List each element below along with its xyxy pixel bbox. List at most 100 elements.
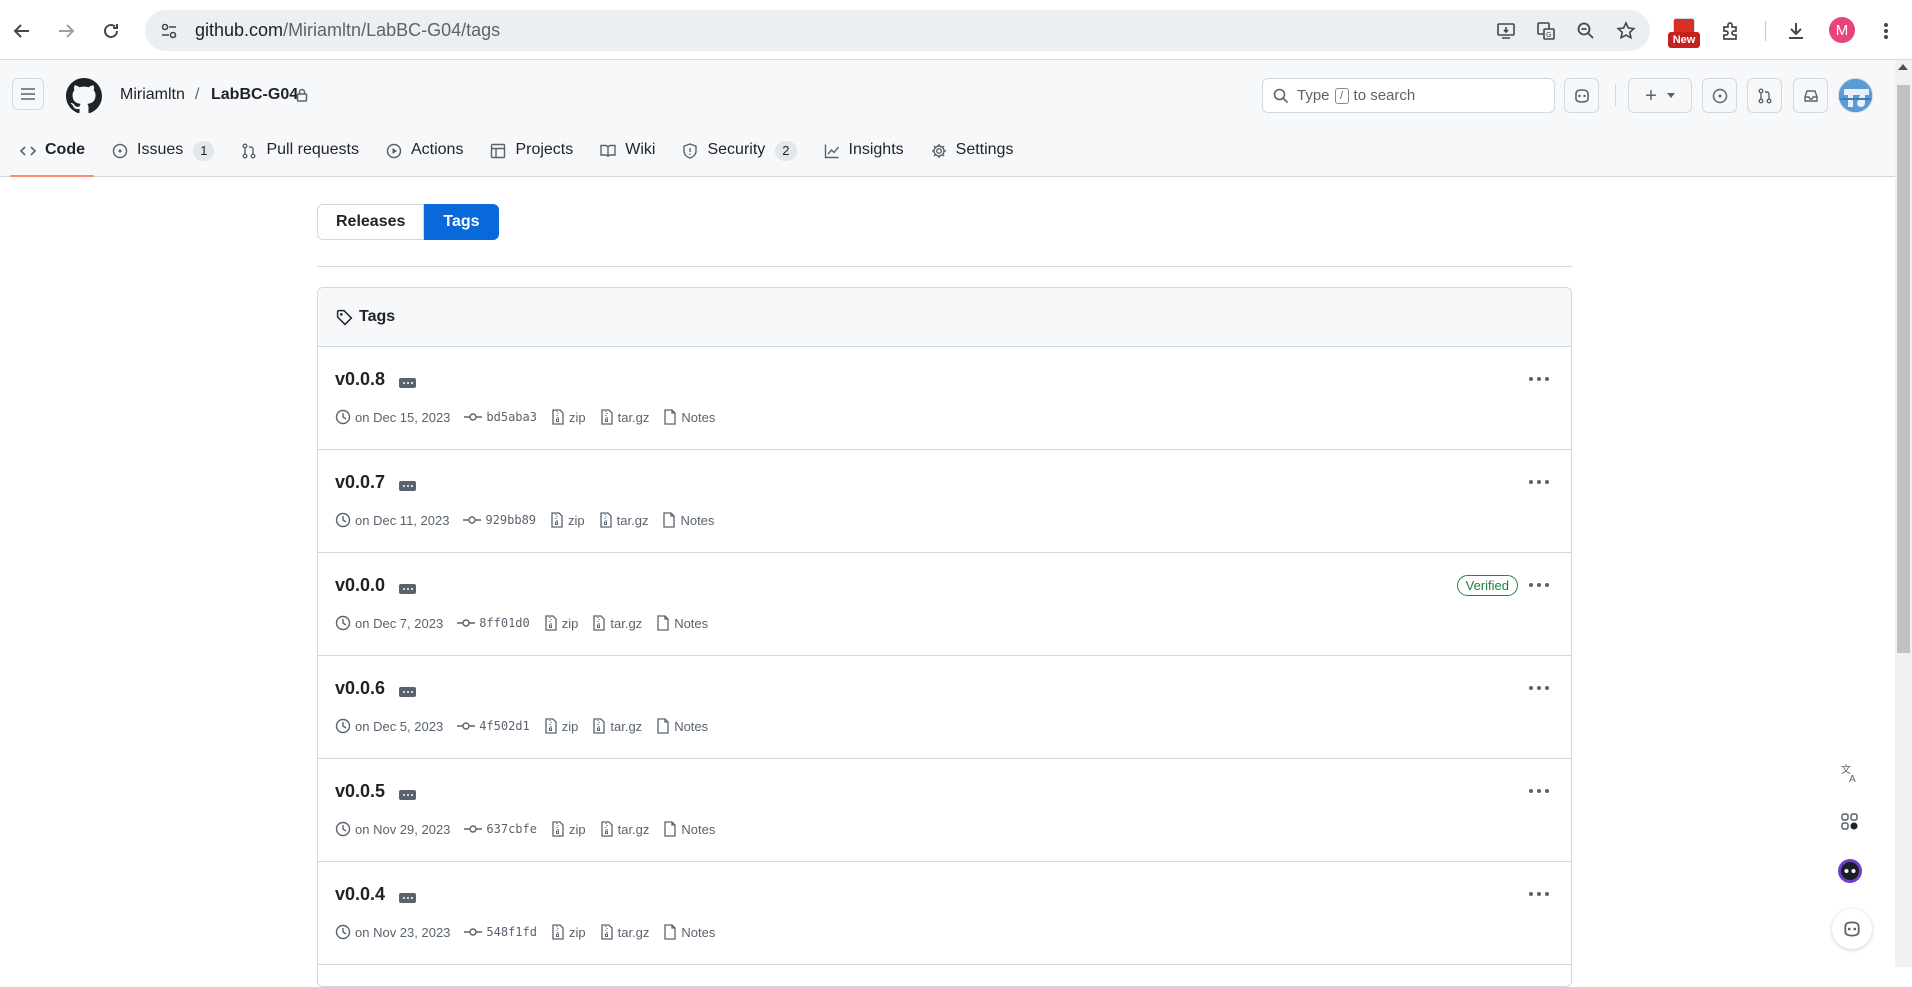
pull-requests-button[interactable]	[1747, 78, 1782, 113]
tag-actions-kebab-icon[interactable]	[1529, 583, 1549, 589]
copilot-float-icon[interactable]	[1832, 909, 1872, 949]
expand-details-button[interactable]	[399, 378, 416, 388]
tag-date: on Dec 5, 2023	[335, 718, 443, 734]
download-targz-link[interactable]: tar.gz	[600, 821, 649, 837]
tag-date: on Dec 11, 2023	[335, 512, 449, 528]
address-bar[interactable]: github.com/Miriamltn/LabBC-G04/tags G	[145, 10, 1650, 51]
expand-details-button[interactable]	[399, 893, 416, 903]
hamburger-menu-button[interactable]	[12, 78, 44, 110]
scroll-thumb[interactable]	[1897, 85, 1910, 653]
apps-float-icon[interactable]	[1830, 802, 1870, 842]
release-notes-link[interactable]: Notes	[656, 718, 708, 734]
release-notes-link[interactable]: Notes	[663, 409, 715, 425]
file-zip-icon	[600, 821, 614, 837]
url-text: github.com/Miriamltn/LabBC-G04/tags	[195, 20, 501, 40]
tab-insights[interactable]: Insights	[814, 141, 913, 177]
download-targz-link[interactable]: tar.gz	[600, 409, 649, 425]
github-logo-icon[interactable]	[66, 78, 102, 114]
download-zip-link[interactable]: zip	[551, 409, 586, 425]
play-icon	[385, 142, 403, 160]
download-targz-link[interactable]: tar.gz	[600, 924, 649, 940]
assistant-float-icon[interactable]	[1830, 851, 1870, 891]
copilot-icon	[1574, 88, 1589, 103]
translate-icon[interactable]: G	[1534, 19, 1558, 43]
reload-icon[interactable]	[94, 14, 128, 48]
tags-tab[interactable]: Tags	[424, 204, 499, 240]
translate-float-icon[interactable]: 文A	[1830, 753, 1870, 793]
tag-name-link[interactable]: v0.0.5	[335, 781, 385, 802]
issue-icon	[111, 142, 129, 160]
site-info-icon[interactable]	[149, 22, 189, 40]
download-targz-link[interactable]: tar.gz	[592, 615, 642, 631]
book-icon	[599, 142, 617, 160]
extension-new-badge[interactable]: New	[1668, 18, 1702, 48]
file-zip-icon	[551, 821, 565, 837]
expand-details-button[interactable]	[399, 790, 416, 800]
tab-security[interactable]: Security 2	[672, 141, 805, 177]
page-scrollbar[interactable]	[1895, 60, 1912, 967]
github-header: Miriamltn / LabBC-G04 Type / to search +…	[0, 60, 1895, 177]
download-targz-link[interactable]: tar.gz	[592, 718, 642, 734]
copilot-button[interactable]	[1564, 78, 1599, 113]
download-zip-link[interactable]: zip	[550, 512, 585, 528]
menu-kebab-icon[interactable]	[1876, 14, 1896, 48]
commit-icon	[457, 617, 476, 629]
tag-name-link[interactable]: v0.0.0	[335, 575, 385, 596]
tag-commit-link[interactable]: bd5aba3	[464, 410, 537, 424]
tab-settings[interactable]: Settings	[921, 141, 1023, 177]
release-notes-link[interactable]: Notes	[663, 924, 715, 940]
profile-avatar[interactable]: M	[1829, 17, 1855, 43]
expand-details-button[interactable]	[399, 584, 416, 594]
tab-pull-requests[interactable]: Pull requests	[231, 141, 368, 177]
issues-button[interactable]	[1702, 78, 1737, 113]
create-new-button[interactable]: +	[1628, 78, 1692, 113]
extensions-icon[interactable]	[1716, 14, 1746, 48]
install-app-icon[interactable]	[1494, 19, 1518, 43]
tab-actions[interactable]: Actions	[376, 141, 472, 177]
clock-icon	[335, 512, 351, 528]
release-notes-link[interactable]: Notes	[663, 821, 715, 837]
breadcrumb-repo[interactable]: LabBC-G04	[211, 86, 298, 104]
user-avatar[interactable]	[1838, 78, 1873, 113]
tag-actions-kebab-icon[interactable]	[1529, 480, 1549, 486]
tag-name-link[interactable]: v0.0.8	[335, 369, 385, 390]
download-targz-link[interactable]: tar.gz	[599, 512, 648, 528]
expand-details-button[interactable]	[399, 687, 416, 697]
tab-wiki[interactable]: Wiki	[590, 141, 664, 177]
tag-actions-kebab-icon[interactable]	[1529, 377, 1549, 383]
tag-name-link[interactable]: v0.0.7	[335, 472, 385, 493]
release-notes-link[interactable]: Notes	[656, 615, 708, 631]
tag-commit-link[interactable]: 4f502d1	[457, 719, 530, 733]
tag-commit-link[interactable]: 8ff01d0	[457, 616, 530, 630]
tab-issues[interactable]: Issues 1	[102, 141, 223, 177]
tag-actions-kebab-icon[interactable]	[1529, 686, 1549, 692]
tag-row: v0.0.6 on Dec 5, 2023 4f502d1 zip tar.gz Note…	[318, 656, 1571, 759]
tag-actions-kebab-icon[interactable]	[1529, 892, 1549, 898]
expand-details-button[interactable]	[399, 481, 416, 491]
download-zip-link[interactable]: zip	[551, 821, 586, 837]
breadcrumb-separator: /	[195, 86, 200, 103]
tag-name-link[interactable]: v0.0.6	[335, 678, 385, 699]
forward-icon[interactable]	[49, 14, 83, 48]
zoom-icon[interactable]	[1574, 19, 1598, 43]
tab-projects[interactable]: Projects	[480, 141, 582, 177]
download-zip-link[interactable]: zip	[544, 718, 578, 734]
back-icon[interactable]	[5, 14, 39, 48]
tag-commit-link[interactable]: 929bb89	[463, 513, 536, 527]
release-notes-link[interactable]: Notes	[662, 512, 714, 528]
tag-commit-link[interactable]: 637cbfe	[464, 822, 537, 836]
tag-actions-kebab-icon[interactable]	[1529, 789, 1549, 795]
tag-commit-link[interactable]: 548f1fd	[464, 925, 537, 939]
tab-code[interactable]: Code	[10, 141, 94, 177]
bookmark-star-icon[interactable]	[1614, 19, 1638, 43]
releases-tab[interactable]: Releases	[317, 204, 425, 240]
download-zip-link[interactable]: zip	[544, 615, 578, 631]
scroll-up-arrow[interactable]	[1898, 64, 1908, 70]
download-zip-link[interactable]: zip	[551, 924, 586, 940]
download-icon[interactable]	[1781, 14, 1811, 48]
verified-badge[interactable]: Verified	[1456, 575, 1518, 596]
breadcrumb-owner[interactable]: Miriamltn	[120, 86, 185, 104]
search-input[interactable]: Type / to search	[1262, 78, 1555, 113]
tag-name-link[interactable]: v0.0.4	[335, 884, 385, 905]
inbox-button[interactable]	[1793, 78, 1828, 113]
